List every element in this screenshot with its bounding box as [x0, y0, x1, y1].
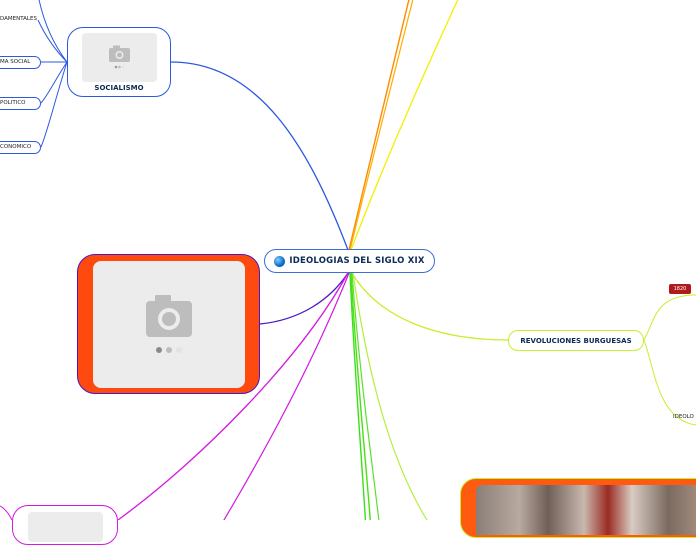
topic-photo[interactable] [460, 478, 696, 538]
branch-yellow [350, 0, 459, 251]
topic-socialismo-label: SOCIALISMO [94, 84, 144, 92]
date-badge[interactable]: 1820 [669, 284, 691, 294]
leaf-economico[interactable]: CONOMICO [0, 141, 41, 154]
branch-revol-ideolo [643, 339, 696, 426]
branch-green-2 [350, 272, 371, 520]
topic-photo-image [476, 485, 696, 535]
image-placeholder [93, 261, 245, 388]
branch-leaf-3 [40, 61, 68, 104]
globe-icon [274, 255, 286, 267]
central-topic[interactable]: IDEOLOGIAS DEL SIGLO XIX [264, 249, 435, 273]
branch-magenta-3 [0, 505, 13, 520]
central-topic-label: IDEOLOGIAS DEL SIGLO XIX [289, 256, 425, 266]
topic-revoluciones-burguesas[interactable]: REVOLUCIONES BURGUESAS [508, 330, 644, 351]
branch-revol-1820 [643, 294, 696, 341]
topic-bottom-left[interactable] [12, 505, 118, 545]
branch-orange-1 [348, 0, 410, 251]
leaf-fundamentales[interactable]: DAMENTALES [0, 16, 37, 22]
branch-leaf-0 [38, 0, 68, 63]
topic-image-placeholder[interactable] [77, 254, 260, 394]
branch-socialismo [170, 61, 349, 251]
camera-icon [146, 295, 192, 353]
branch-green-3 [351, 272, 380, 520]
branch-green-4 [352, 272, 428, 520]
branch-orange-2 [349, 0, 414, 251]
branch-image [259, 272, 349, 325]
topic-socialismo[interactable]: SOCIALISMO [67, 27, 171, 97]
branch-revoluciones [351, 272, 509, 341]
image-placeholder [28, 512, 103, 542]
image-placeholder [82, 33, 157, 82]
camera-icon [109, 45, 130, 69]
branch-leaf-4 [40, 61, 68, 148]
subtopic-ideologias[interactable]: IDEOLO [673, 414, 694, 420]
leaf-sistema-social[interactable]: MA SOCIAL [0, 56, 41, 69]
leaf-politico[interactable]: POLITICO [0, 97, 41, 110]
